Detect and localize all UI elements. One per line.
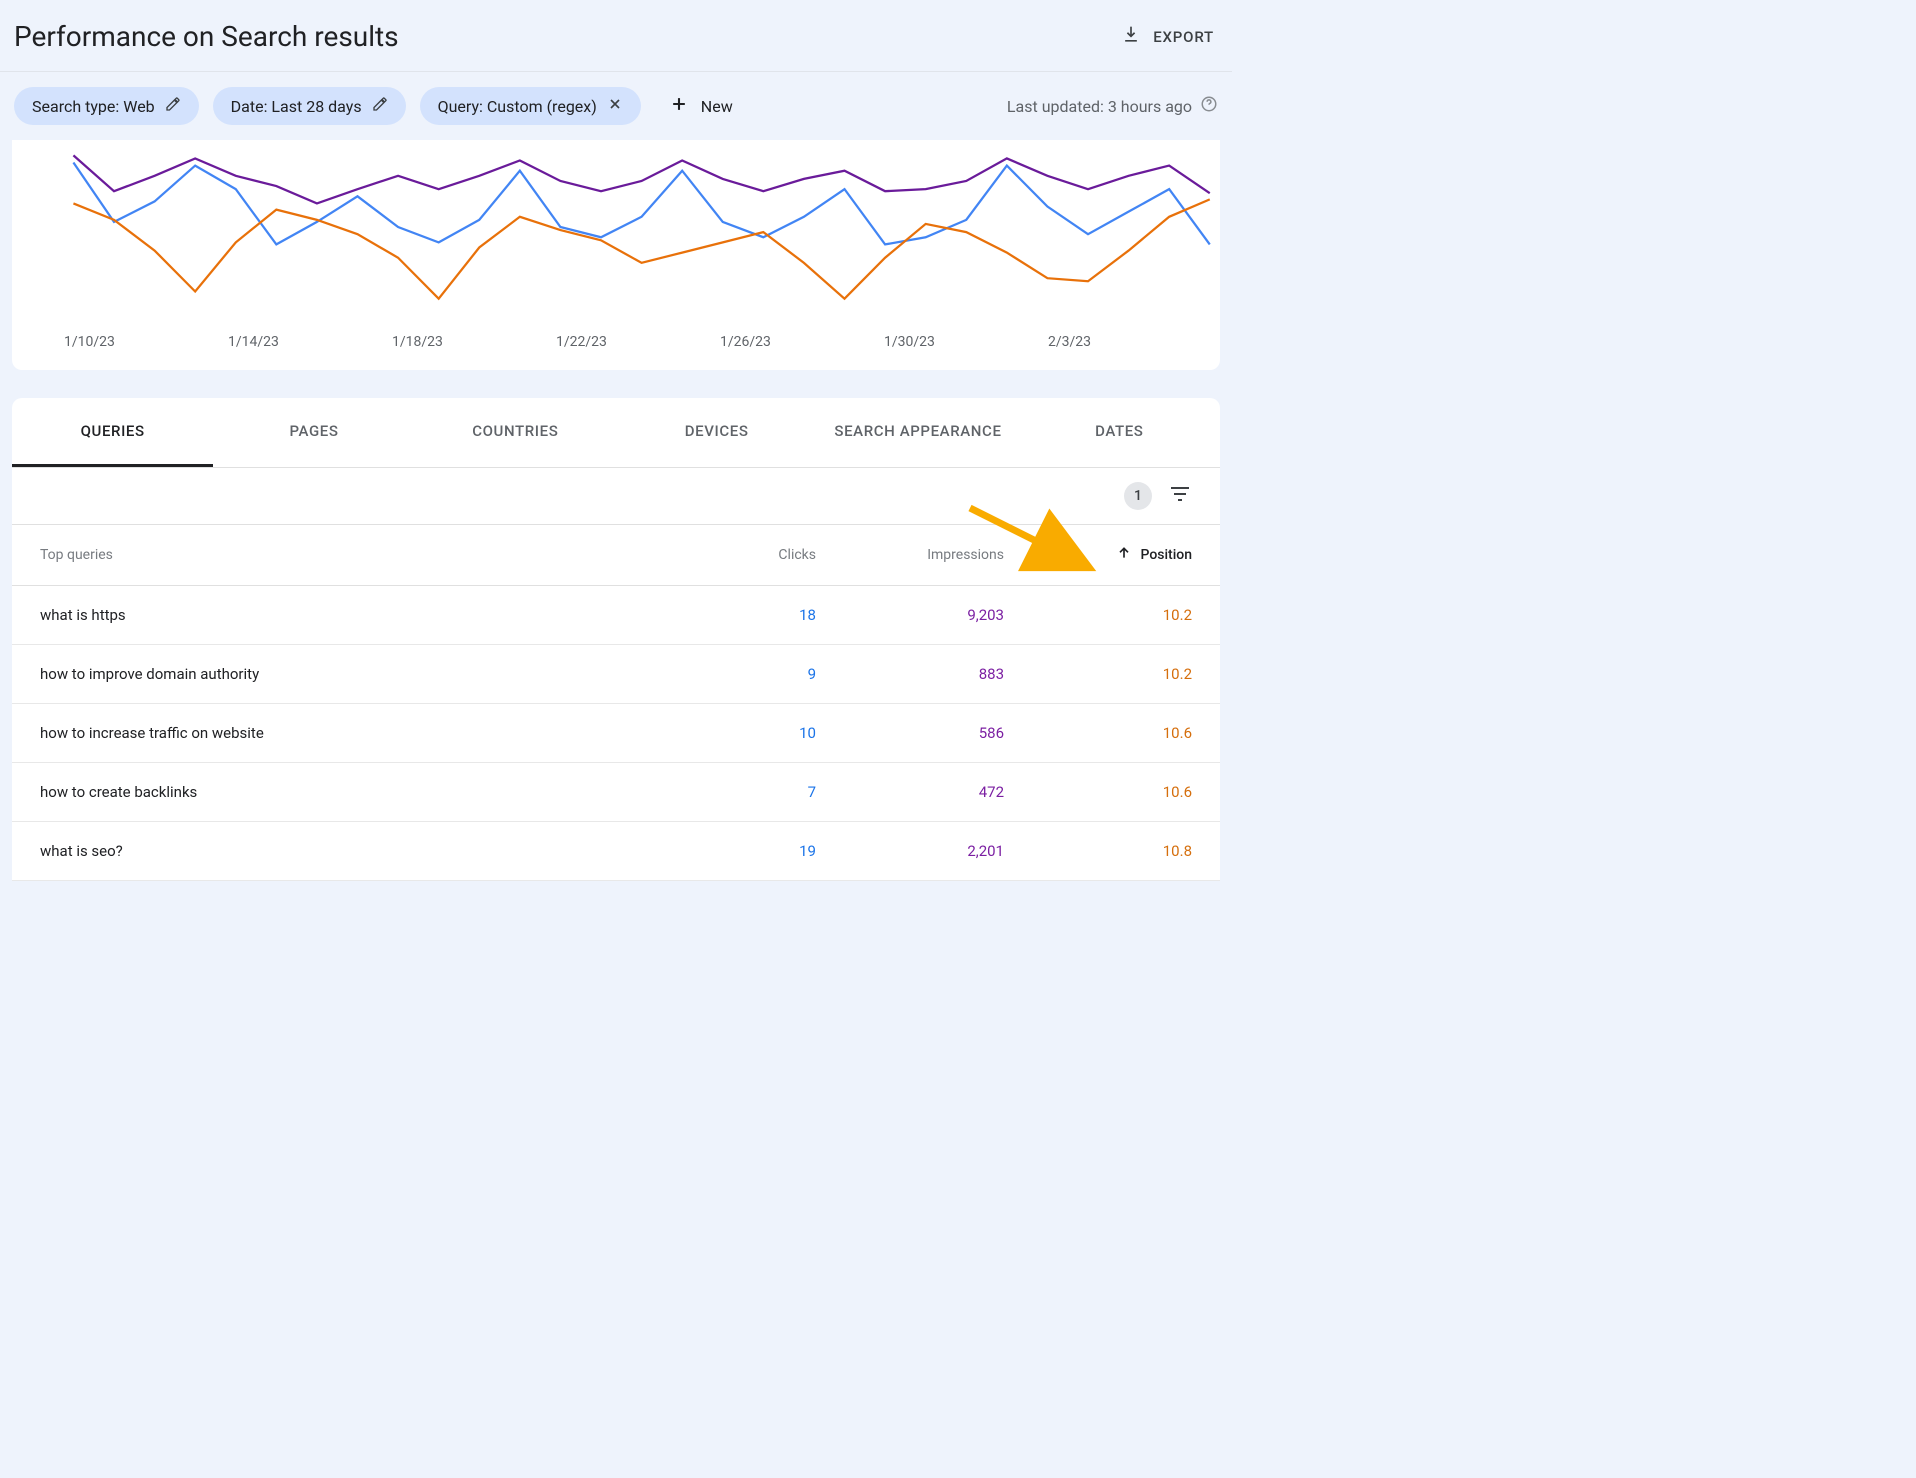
x-tick: 1/26/23 <box>720 334 776 350</box>
filter-count-badge[interactable]: 1 <box>1124 482 1152 510</box>
x-tick: 1/30/23 <box>884 334 940 350</box>
tab-queries[interactable]: QUERIES <box>12 398 213 467</box>
table-row[interactable]: how to increase traffic on website105861… <box>12 704 1220 763</box>
cell-query: how to create backlinks <box>40 783 628 801</box>
col-header-clicks[interactable]: Clicks <box>628 547 816 563</box>
new-filter-label: New <box>701 97 733 116</box>
cell-impressions: 586 <box>816 724 1004 742</box>
table-body: what is https189,20310.2how to improve d… <box>12 586 1220 881</box>
cell-position: 10.6 <box>1004 724 1192 742</box>
chart-card: 1/10/23 1/14/23 1/18/23 1/22/23 1/26/23 1/30/… <box>12 140 1220 370</box>
cell-position: 10.2 <box>1004 606 1192 624</box>
page-title: Performance on Search results <box>14 20 399 53</box>
x-axis-ticks: 1/10/23 1/14/23 1/18/23 1/22/23 1/26/23 1/30/… <box>12 314 1220 350</box>
cell-query: what is seo? <box>40 842 628 860</box>
table-row[interactable]: how to improve domain authority988310.2 <box>12 645 1220 704</box>
col-header-position-label: Position <box>1140 547 1192 563</box>
cell-clicks: 9 <box>628 665 816 683</box>
filters-bar: Search type: Web Date: Last 28 days Quer… <box>0 72 1232 140</box>
plus-icon <box>669 94 689 118</box>
tab-dates[interactable]: DATES <box>1019 398 1220 467</box>
table-row[interactable]: what is seo?192,20110.8 <box>12 822 1220 881</box>
cell-impressions: 883 <box>816 665 1004 683</box>
chip-label: Search type: Web <box>32 97 155 116</box>
export-label: EXPORT <box>1153 28 1214 46</box>
tab-countries[interactable]: COUNTRIES <box>415 398 616 467</box>
download-icon <box>1121 25 1141 49</box>
cell-clicks: 18 <box>628 606 816 624</box>
cell-query: how to increase traffic on website <box>40 724 628 742</box>
help-icon[interactable] <box>1200 95 1218 117</box>
sort-asc-icon <box>1116 545 1132 565</box>
table-card: QUERIESPAGESCOUNTRIESDEVICESSEARCH APPEA… <box>12 398 1220 881</box>
cell-impressions: 2,201 <box>816 842 1004 860</box>
pencil-icon <box>165 96 181 116</box>
performance-chart <box>12 140 1220 314</box>
cell-query: how to improve domain authority <box>40 665 628 683</box>
cell-query: what is https <box>40 606 628 624</box>
close-icon[interactable] <box>607 96 623 116</box>
cell-clicks: 19 <box>628 842 816 860</box>
series-clicks <box>73 163 1209 245</box>
x-tick: 1/14/23 <box>228 334 284 350</box>
cell-position: 10.6 <box>1004 783 1192 801</box>
filter-icon[interactable] <box>1168 482 1192 510</box>
tabs: QUERIESPAGESCOUNTRIESDEVICESSEARCH APPEA… <box>12 398 1220 468</box>
chip-date[interactable]: Date: Last 28 days <box>213 87 406 125</box>
x-tick: 2/3/23 <box>1048 334 1104 350</box>
cell-position: 10.2 <box>1004 665 1192 683</box>
chip-search-type[interactable]: Search type: Web <box>14 87 199 125</box>
cell-impressions: 472 <box>816 783 1004 801</box>
cell-clicks: 7 <box>628 783 816 801</box>
col-header-impressions[interactable]: Impressions <box>816 547 1004 563</box>
x-tick: 1/18/23 <box>392 334 448 350</box>
x-tick: 1/22/23 <box>556 334 612 350</box>
col-header-position[interactable]: Position <box>1004 545 1192 565</box>
tab-devices[interactable]: DEVICES <box>616 398 817 467</box>
chip-label: Date: Last 28 days <box>231 97 362 116</box>
tab-search-appearance[interactable]: SEARCH APPEARANCE <box>817 398 1018 467</box>
series-position <box>73 199 1209 298</box>
series-impressions <box>73 155 1209 203</box>
chip-query[interactable]: Query: Custom (regex) <box>420 87 641 125</box>
cell-clicks: 10 <box>628 724 816 742</box>
table-row[interactable]: what is https189,20310.2 <box>12 586 1220 645</box>
column-headers: Top queries Clicks Impressions Position <box>12 525 1220 586</box>
cell-position: 10.8 <box>1004 842 1192 860</box>
new-filter-button[interactable]: New <box>655 86 747 126</box>
table-toolbar: 1 <box>12 468 1220 525</box>
export-button[interactable]: EXPORT <box>1121 25 1214 49</box>
last-updated: Last updated: 3 hours ago <box>1007 95 1218 117</box>
last-updated-text: Last updated: 3 hours ago <box>1007 97 1192 116</box>
chip-label: Query: Custom (regex) <box>438 97 597 116</box>
col-header-query[interactable]: Top queries <box>40 547 628 563</box>
tab-pages[interactable]: PAGES <box>213 398 414 467</box>
pencil-icon <box>372 96 388 116</box>
x-tick: 1/10/23 <box>64 334 120 350</box>
cell-impressions: 9,203 <box>816 606 1004 624</box>
table-row[interactable]: how to create backlinks747210.6 <box>12 763 1220 822</box>
